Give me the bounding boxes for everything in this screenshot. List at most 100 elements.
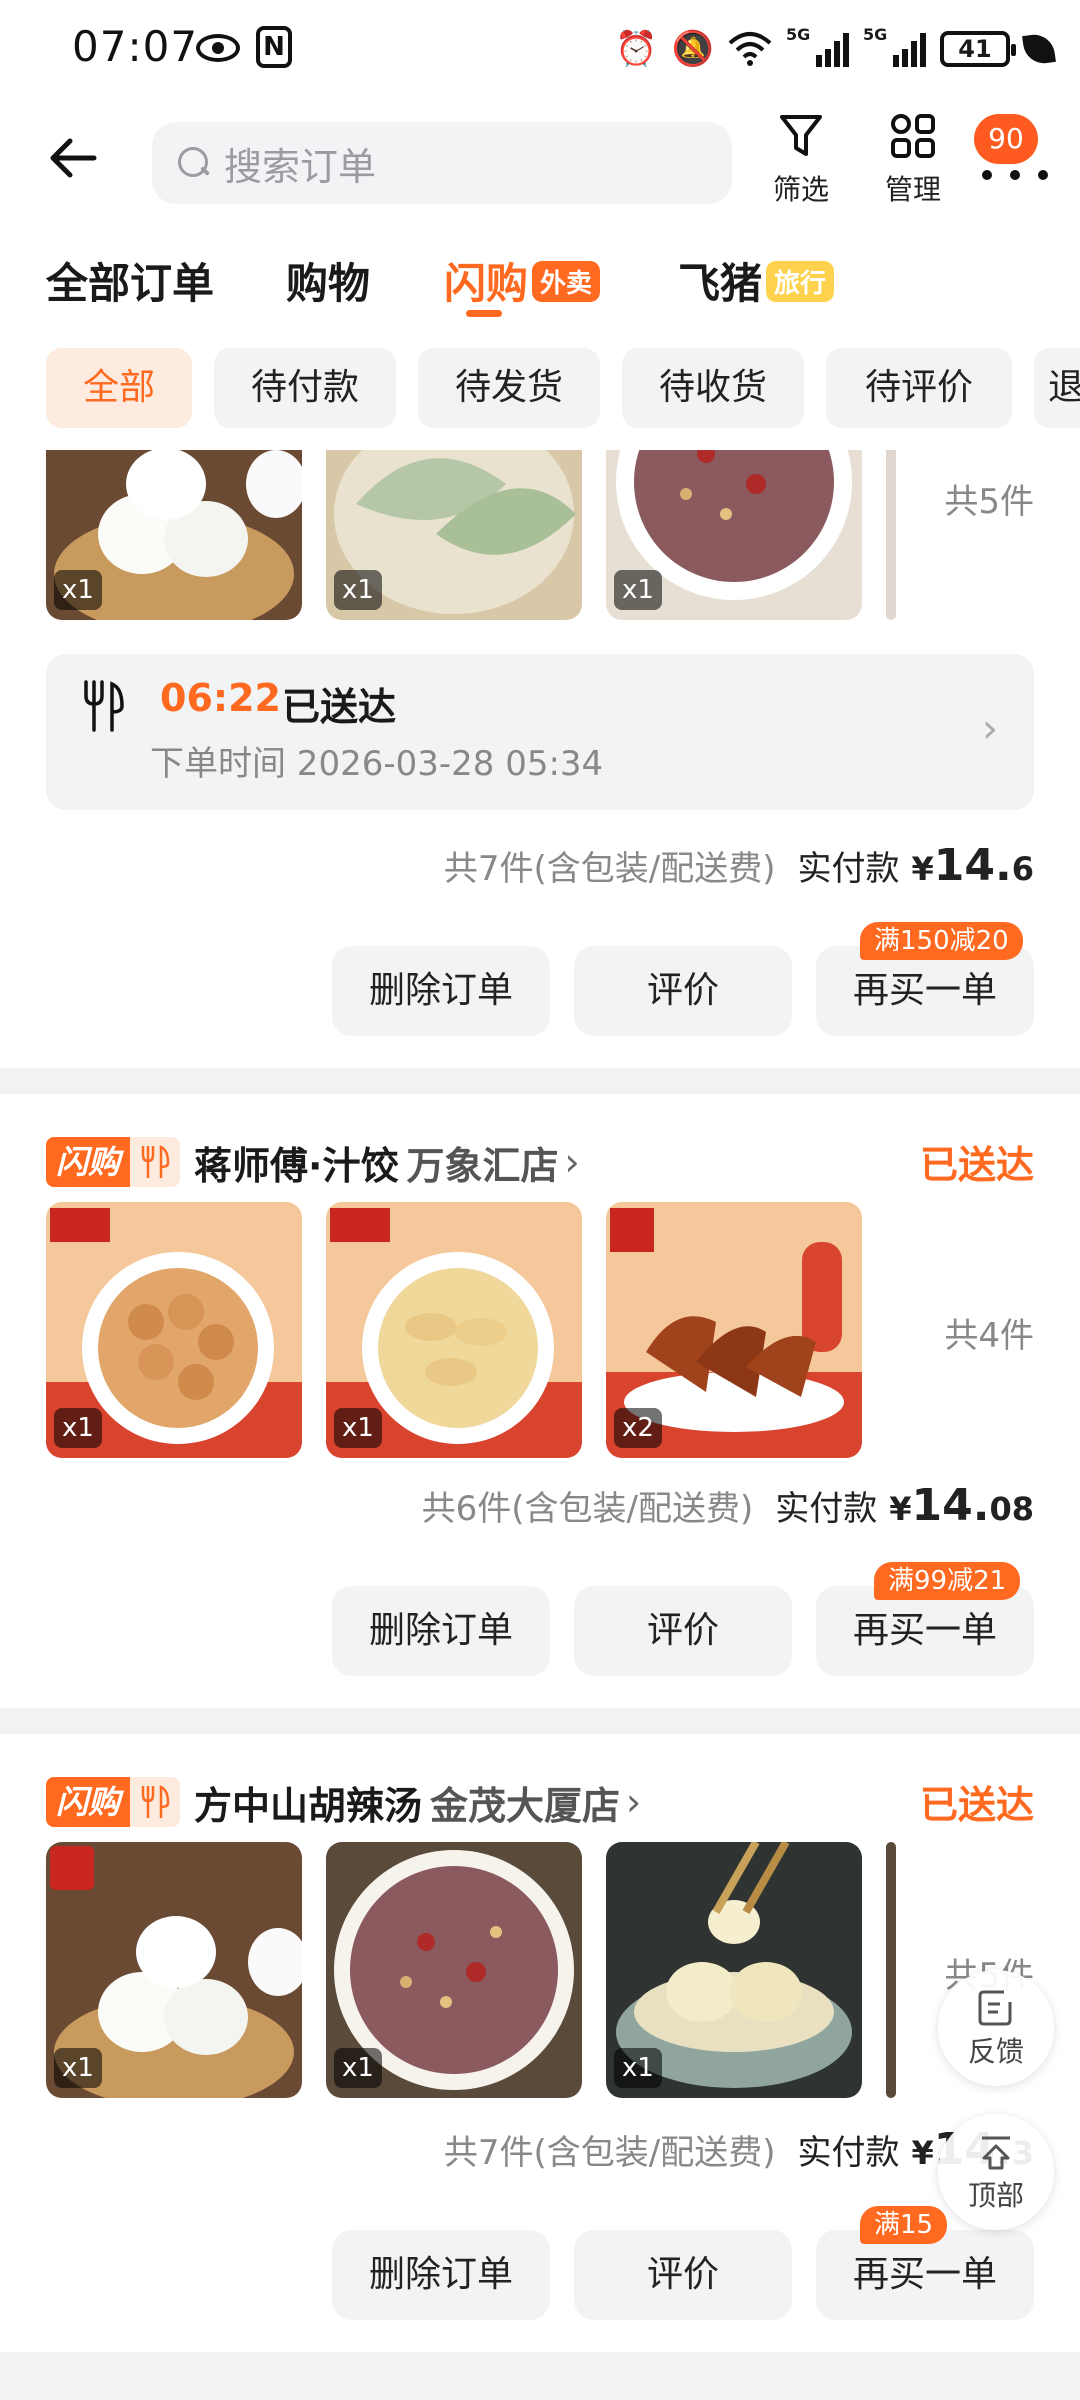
order-time: 下单时间 2026-03-28 05:34 [150, 744, 604, 784]
flash-buy-badge: 闪购 [46, 1777, 181, 1827]
chevron-right-icon: › [626, 1780, 642, 1824]
paid-label: 实付款 [775, 1489, 878, 1529]
review-button[interactable]: 评价 [574, 2230, 792, 2320]
battery-icon: 41 [940, 31, 1016, 67]
paid-amount: ¥14.08 [889, 1480, 1034, 1531]
item-thumbnails: x1 x1 [46, 1842, 896, 2098]
item-thumbnail[interactable]: x1 [46, 1842, 302, 2098]
summary-meta: 共7件(含包装/配送费) [443, 2133, 776, 2173]
more-button[interactable]: 90 [974, 114, 1050, 188]
manage-icon [891, 114, 935, 158]
top-header: 搜索订单 筛选 管理 90 [0, 100, 1080, 220]
filter-button[interactable]: 筛选 [756, 108, 846, 208]
currency: ¥ [911, 850, 934, 888]
item-thumbnail[interactable]: x2 [606, 1202, 862, 1458]
item-thumbnail[interactable]: x1 [326, 450, 582, 620]
tab-all-orders[interactable]: 全部订单 [46, 250, 214, 311]
review-button[interactable]: 评价 [574, 946, 792, 1036]
item-thumbnail[interactable]: x1 [606, 450, 862, 620]
leaf-icon [1022, 32, 1056, 66]
delivery-info[interactable]: 06:22 已送达 下单时间 2026-03-28 05:34 › [46, 654, 1034, 810]
item-qty: x2 [614, 1408, 662, 1448]
search-input[interactable]: 搜索订单 [152, 122, 732, 204]
tab-shopping[interactable]: 购物 [286, 250, 370, 311]
filter-label: 筛选 [772, 173, 829, 206]
promo-badge: 满15 [860, 2206, 948, 2244]
wifi-icon [728, 32, 772, 66]
chip-pending-shipment[interactable]: 待发货 [418, 348, 600, 428]
item-thumbnail[interactable]: x1 [326, 1202, 582, 1458]
chip-pending-review[interactable]: 待评价 [826, 348, 1012, 428]
chip-refund[interactable]: 退 [1034, 348, 1080, 428]
delete-order-button[interactable]: 删除订单 [332, 1586, 550, 1676]
alarm-icon: ⏰ [615, 29, 658, 69]
tab-tag-takeout: 外卖 [532, 261, 601, 302]
top-label: 顶部 [967, 2179, 1024, 2212]
signal-label: 5G [863, 25, 888, 44]
back-to-top-button[interactable]: 顶部 [938, 2114, 1054, 2230]
chip-pending-payment[interactable]: 待付款 [214, 348, 396, 428]
utensils-icon [84, 680, 124, 732]
back-arrow-icon[interactable] [44, 128, 104, 188]
shop-name: 方中山胡辣汤 [194, 1783, 423, 1828]
tab-label: 全部订单 [46, 259, 215, 308]
tab-flash-buy[interactable]: 闪购 外卖 [444, 250, 601, 311]
chip-pending-receipt[interactable]: 待收货 [622, 348, 804, 428]
status-bar: 07:07 N ⏰ 🔕 5G 5G 41 [0, 0, 1080, 100]
promo-badge: 满99减21 [874, 1562, 1021, 1600]
flash-buy-badge: 闪购 [46, 1137, 181, 1187]
order-card-2[interactable]: 闪购 蒋师傅·汁饺 万象汇店 › 已送达 x1 x1 x2 共4件 共6件(含包… [0, 1094, 1080, 1708]
price-dec: 08 [989, 1490, 1034, 1528]
item-thumbnail-partial [886, 450, 896, 620]
tab-label: 购物 [286, 259, 371, 308]
status-filter-chips: 全部 待付款 待发货 待收货 待评价 退 [0, 330, 1080, 450]
chip-all[interactable]: 全部 [46, 348, 192, 428]
tab-fliggy[interactable]: 飞猪 旅行 [678, 250, 835, 311]
shop-branch: 万象汇店 [406, 1143, 559, 1188]
order-card-3[interactable]: 闪购 方中山胡辣汤 金茂大厦店 › 已送达 x1 x1 x1 共7件(含包装/配… [0, 1734, 1080, 2352]
filter-icon [780, 115, 822, 156]
notification-badge: 90 [974, 114, 1038, 164]
chevron-right-icon: › [564, 1140, 580, 1184]
delivery-status: 已送达 [282, 685, 397, 729]
paid-amount: ¥14.6 [912, 840, 1034, 891]
manage-button[interactable]: 管理 [868, 108, 958, 208]
item-thumbnail[interactable]: x1 [46, 450, 302, 620]
item-thumbnail[interactable]: x1 [606, 1842, 862, 2098]
item-qty: x1 [54, 570, 102, 610]
signal-label: 5G [786, 25, 811, 44]
delete-order-button[interactable]: 删除订单 [332, 946, 550, 1036]
search-icon [176, 145, 212, 181]
nfc-icon: N [256, 26, 292, 68]
summary-meta: 共6件(含包装/配送费) [421, 1489, 754, 1529]
delivery-time: 06:22 [160, 676, 281, 720]
paid-label: 实付款 [797, 849, 900, 889]
item-qty: x1 [614, 570, 662, 610]
item-thumbnails: x1 x1 [46, 1202, 896, 1458]
delete-order-button[interactable]: 删除订单 [332, 2230, 550, 2320]
shop-row[interactable]: 闪购 方中山胡辣汤 金茂大厦店 › [46, 1774, 1036, 1830]
utensils-icon [130, 1137, 181, 1187]
item-qty: x1 [54, 1408, 102, 1448]
price-int: 14. [933, 840, 1012, 891]
paid-label: 实付款 [797, 2133, 900, 2173]
review-button[interactable]: 评价 [574, 1586, 792, 1676]
tab-tag-travel: 旅行 [766, 261, 835, 302]
summary-meta: 共7件(含包装/配送费) [443, 849, 776, 889]
item-thumbnail[interactable]: x1 [326, 1842, 582, 2098]
feedback-button[interactable]: 反馈 [938, 1970, 1054, 2086]
item-thumbnail[interactable]: x1 [46, 1202, 302, 1458]
chevron-right-icon: › [982, 706, 998, 752]
order-card-1[interactable]: x1 x1 x1 共5件 06:22 已送达 下单时间 2026-03-28 0… [0, 450, 1080, 1068]
shop-name: 蒋师傅·汁饺 [194, 1143, 399, 1188]
price-dec: 6 [1011, 850, 1034, 888]
price-int: 14. [911, 1480, 990, 1531]
shop-row[interactable]: 闪购 蒋师傅·汁饺 万象汇店 › [46, 1134, 1036, 1190]
item-thumbnails: x1 x1 x1 [46, 450, 896, 620]
signal-icon-2: 5G [863, 25, 926, 67]
order-status: 已送达 [919, 1783, 1034, 1827]
flash-buy-label: 闪购 [46, 1137, 131, 1187]
item-qty: x1 [614, 2048, 662, 2088]
item-qty: x1 [334, 1408, 382, 1448]
tab-label: 飞猪 [678, 259, 763, 308]
